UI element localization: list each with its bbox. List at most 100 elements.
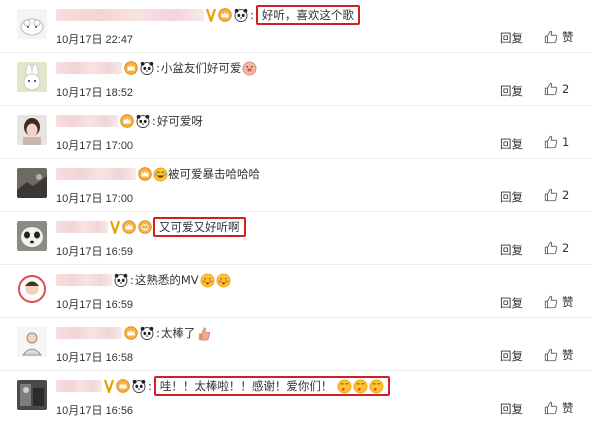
like-count: 赞 <box>562 30 574 44</box>
comment-line: 又可爱又好听啊 <box>56 217 246 237</box>
colon: : <box>152 114 156 128</box>
colon: : <box>156 326 160 340</box>
comment-item: 又可爱又好听啊 10月17日 16:59 回复 2 <box>0 212 592 265</box>
panda-badge-icon <box>140 61 154 75</box>
blushing-face-emoji <box>216 273 231 288</box>
like-count: 2 <box>562 241 570 255</box>
like-button[interactable]: 2 <box>544 188 569 202</box>
heart-kiss-emoji <box>337 379 352 394</box>
like-count: 赞 <box>562 401 574 415</box>
user-avatar[interactable] <box>17 380 47 410</box>
username-blurred[interactable] <box>56 221 108 233</box>
comment-line: : 哇！！太棒啦！！感谢！爱你们！ <box>56 376 391 396</box>
reply-button[interactable]: 回复 <box>500 83 523 99</box>
comment-item: : 哇！！太棒啦！！感谢！爱你们！ 10月17日 16:56 回复 赞 <box>0 371 592 424</box>
comment-text: 被可爱暴击哈哈哈 <box>168 167 260 181</box>
comment-time: 10月17日 17:00 <box>56 140 134 152</box>
comment-time: 10月17日 22:47 <box>56 34 134 46</box>
like-count: 1 <box>562 135 570 149</box>
comment-item: : 好可爱呀 10月17日 17:00 回复 1 <box>0 106 592 159</box>
comment-item: : 好听，喜欢这个歌 10月17日 22:47 回复 赞 <box>0 0 592 53</box>
like-count: 赞 <box>562 295 574 309</box>
comment-text: 又可爱又好听啊 <box>153 217 246 237</box>
heart-kiss-emoji <box>369 379 384 394</box>
thumbs-up-icon <box>544 348 558 362</box>
like-button[interactable]: 赞 <box>544 294 574 310</box>
lion-badge-icon <box>138 220 152 234</box>
comment-item: : 小盆友们好可爱 10月17日 18:52 回复 2 <box>0 53 592 106</box>
username-blurred[interactable] <box>56 327 122 339</box>
thumbs-up-icon <box>544 295 558 309</box>
pig-face-emoji <box>242 61 257 76</box>
thumbs-up-icon <box>544 82 558 96</box>
vip-v-icon <box>110 220 120 234</box>
user-avatar[interactable] <box>17 62 47 92</box>
user-avatar[interactable] <box>17 168 47 198</box>
user-avatar[interactable] <box>17 274 47 304</box>
comment-text: 好听，喜欢这个歌 <box>255 5 360 25</box>
reply-button[interactable]: 回复 <box>500 242 523 258</box>
reply-button[interactable]: 回复 <box>500 136 523 152</box>
username-blurred[interactable] <box>56 62 122 74</box>
thumbs-up-icon <box>544 30 558 44</box>
comment-item: 被可爱暴击哈哈哈 10月17日 17:00 回复 2 <box>0 159 592 212</box>
username-blurred[interactable] <box>56 9 204 21</box>
colon: : <box>250 8 254 22</box>
member-crown-icon <box>138 167 152 181</box>
blushing-face-emoji <box>200 273 215 288</box>
like-button[interactable]: 2 <box>544 82 569 96</box>
reply-button[interactable]: 回复 <box>500 30 523 46</box>
comment-text-content: 哇！！太棒啦！！感谢！爱你们！ <box>159 379 333 393</box>
colon: : <box>148 379 152 393</box>
username-blurred[interactable] <box>56 168 136 180</box>
user-avatar[interactable] <box>17 221 47 251</box>
heart-kiss-emoji <box>353 379 368 394</box>
reply-button[interactable]: 回复 <box>500 189 523 205</box>
reply-button[interactable]: 回复 <box>500 295 523 311</box>
comment-text: 太棒了 <box>160 326 196 340</box>
vip-v-icon <box>206 8 216 22</box>
panda-badge-icon <box>136 114 150 128</box>
like-button[interactable]: 2 <box>544 241 569 255</box>
user-avatar[interactable] <box>17 327 47 357</box>
comment-time: 10月17日 16:59 <box>56 299 134 311</box>
colon: : <box>130 273 134 287</box>
thumbs-up-icon <box>544 241 558 255</box>
like-button[interactable]: 赞 <box>544 400 574 416</box>
thumbs-up-emoji <box>196 326 211 341</box>
user-avatar[interactable] <box>17 115 47 145</box>
thumbs-up-icon <box>544 401 558 415</box>
thumbs-up-icon <box>544 135 558 149</box>
comment-time: 10月17日 16:59 <box>56 246 134 258</box>
comment-text: 好可爱呀 <box>156 114 203 128</box>
comment-line: : 好听，喜欢这个歌 <box>56 5 360 25</box>
member-crown-icon <box>124 326 138 340</box>
member-crown-icon <box>218 8 232 22</box>
reply-button[interactable]: 回复 <box>500 401 523 417</box>
like-count: 2 <box>562 82 570 96</box>
username-blurred[interactable] <box>56 380 102 392</box>
member-crown-icon <box>124 61 138 75</box>
comment-text: 哇！！太棒啦！！感谢！爱你们！ <box>153 376 391 396</box>
like-count: 2 <box>562 188 570 202</box>
comment-line: 被可爱暴击哈哈哈 <box>56 165 260 183</box>
comment-item: : 太棒了 10月17日 16:58 回复 赞 <box>0 318 592 371</box>
panda-badge-icon <box>114 273 128 287</box>
member-crown-icon <box>116 379 130 393</box>
username-blurred[interactable] <box>56 115 118 127</box>
reply-button[interactable]: 回复 <box>500 348 523 364</box>
thumbs-up-icon <box>544 188 558 202</box>
panda-badge-icon <box>234 8 248 22</box>
user-avatar[interactable] <box>17 9 47 39</box>
comment-item: : 这熟悉的MV 10月17日 16:59 回复 赞 <box>0 265 592 318</box>
like-button[interactable]: 1 <box>544 135 569 149</box>
member-crown-icon <box>120 114 134 128</box>
comment-time: 10月17日 16:56 <box>56 405 134 417</box>
like-button[interactable]: 赞 <box>544 347 574 363</box>
username-blurred[interactable] <box>56 274 112 286</box>
comment-text: 这熟悉的MV <box>134 273 199 287</box>
comment-line: : 小盆友们好可爱 <box>56 59 257 77</box>
comment-line: : 太棒了 <box>56 324 211 342</box>
like-button[interactable]: 赞 <box>544 29 574 45</box>
like-count: 赞 <box>562 348 574 362</box>
